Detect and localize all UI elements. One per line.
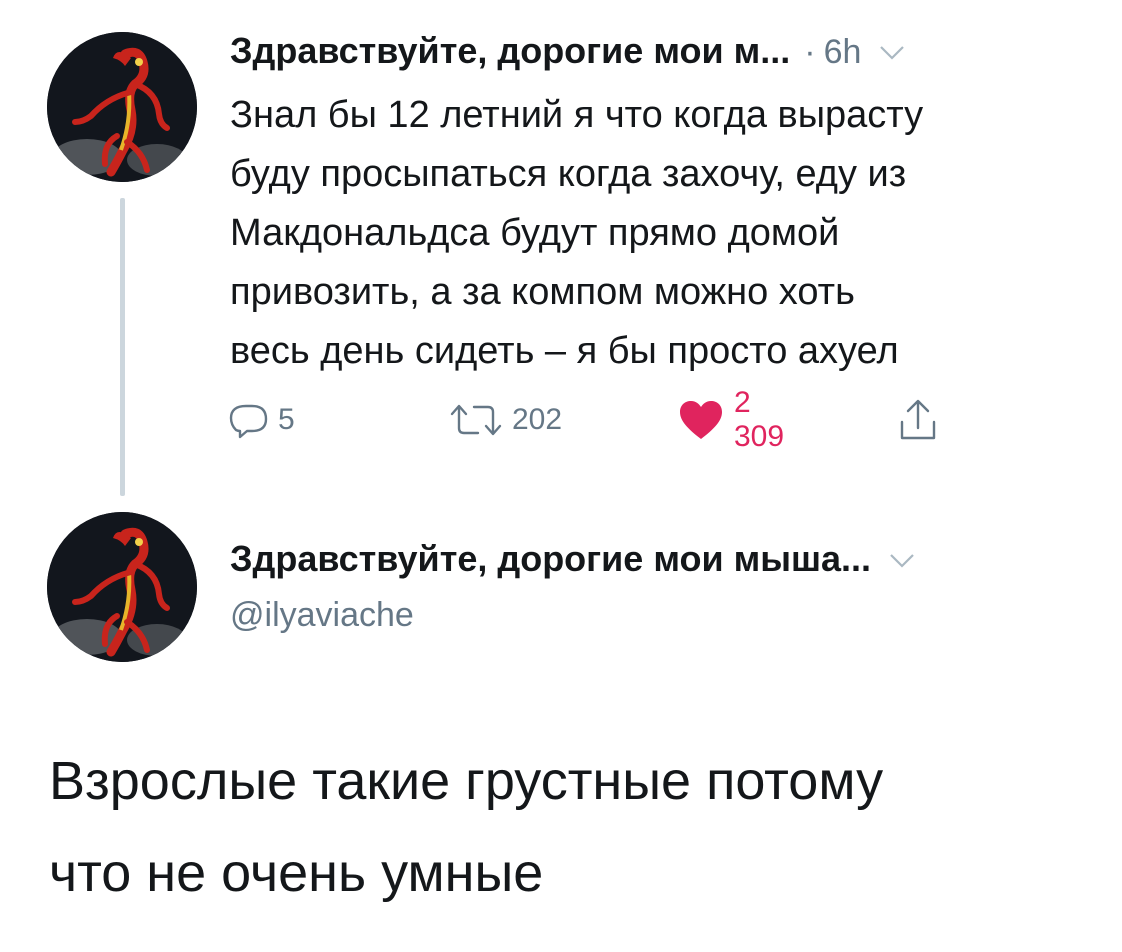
chevron-down-icon[interactable] [879, 44, 905, 62]
tweet-header: Здравствуйте, дорогие мои м... · 6h [230, 30, 905, 72]
retweet-button[interactable]: 202 [448, 398, 562, 442]
thread-connector-line [120, 198, 125, 496]
cartoon-dragon-avatar-icon [47, 32, 197, 182]
share-icon [898, 398, 938, 442]
chevron-down-icon[interactable] [889, 552, 915, 570]
share-button[interactable] [898, 398, 938, 442]
reply-button[interactable]: 5 [228, 398, 295, 442]
reply-icon [228, 400, 270, 440]
profile-avatar[interactable] [47, 512, 197, 662]
tweet-timestamp[interactable]: 6h [824, 33, 862, 72]
retweet-icon [448, 400, 504, 440]
tweet-text: Знал бы 12 летний я что когда вырасту бу… [230, 94, 924, 372]
retweet-count: 202 [512, 403, 563, 436]
like-button[interactable]: 2 309 [678, 386, 784, 453]
profile-display-name[interactable]: Здравствуйте, дорогие мои мыша... [230, 538, 871, 580]
profile-header: Здравствуйте, дорогие мои мыша... [230, 538, 915, 580]
timestamp-separator: · [804, 33, 816, 71]
like-count: 2 309 [734, 386, 785, 453]
tweet-author-avatar[interactable] [47, 32, 197, 182]
heart-icon [678, 399, 724, 441]
tweet-author-name[interactable]: Здравствуйте, дорогие мои м... [230, 30, 790, 72]
profile-handle[interactable]: @ilyaviache [230, 596, 414, 635]
caption-text: Взрослые такие грустные потому что не оч… [49, 751, 884, 903]
cartoon-dragon-avatar-icon [47, 512, 197, 662]
reply-count: 5 [278, 403, 295, 436]
